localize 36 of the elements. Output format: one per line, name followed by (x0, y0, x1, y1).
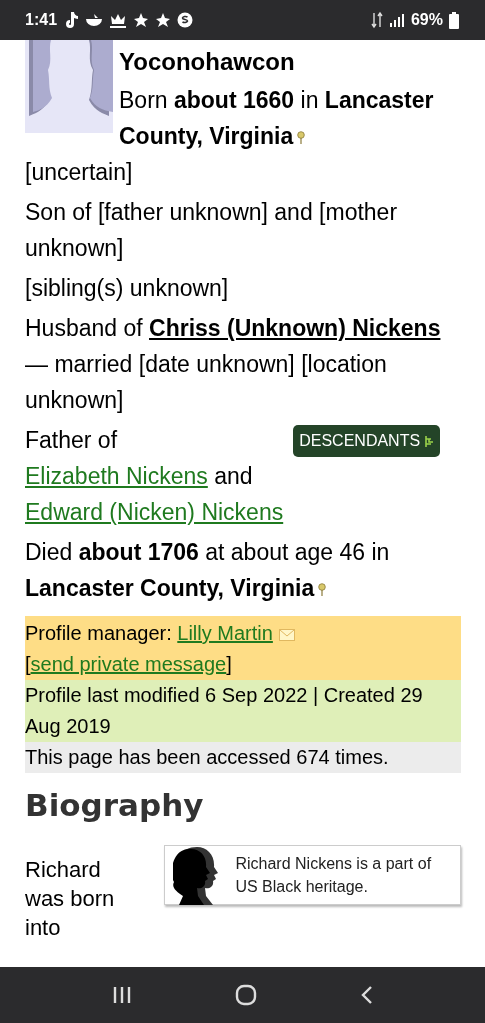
heritage-text: Richard Nickens is a part of US Black heritage. (235, 854, 433, 897)
home-icon[interactable] (235, 984, 258, 1006)
battery-icon (449, 11, 459, 29)
signal-icon (388, 13, 405, 27)
birth-text: Born about 1660 in Lancaster County, Virginia (119, 86, 435, 151)
tree-icon (424, 434, 435, 448)
star-icon (133, 12, 150, 28)
profile-text: Husband of Chriss (Unknown) Nickens — married [date unknown] [location unknown] (25, 314, 442, 415)
accessed-info: This page has been accessed 674 times. (25, 742, 461, 773)
section-heading: Biography (25, 786, 205, 825)
map-pin-icon[interactable] (318, 583, 327, 597)
battery-percent: 69% (410, 11, 443, 29)
profile-text: Father of Elizabeth Nickens and Edward (Nicken) Nickens (25, 426, 284, 527)
person-name: Yoconohawcon (119, 47, 296, 77)
link[interactable]: Elizabeth Nickens (25, 463, 208, 489)
modified-info: Profile last modified 6 Sep 2022 | Created 29 Aug 2019 (25, 680, 461, 742)
crown-icon (109, 12, 128, 28)
map-pin-icon[interactable] (297, 131, 306, 145)
profile-text: [uncertain] (25, 158, 134, 187)
link[interactable]: Edward (Nicken) Nickens (25, 499, 284, 525)
status-time: 1:41 (25, 11, 58, 29)
bowl-icon (85, 13, 104, 27)
profile-text: Died about 1706 at about age 46 in Lancaster County, Virginia (25, 538, 391, 603)
link[interactable]: Lilly Martin (177, 622, 273, 644)
descendants-button[interactable]: DESCENDANTS (293, 425, 441, 457)
silhouette-icon (173, 845, 220, 905)
profile-text: [sibling(s) unknown] (25, 274, 230, 303)
manager-info: Profile manager: Lilly Martin [send private message] (25, 616, 461, 680)
star-icon (155, 12, 172, 28)
music-note-icon (63, 11, 80, 29)
profile-text: Son of [father unknown] and [mother unknown] (25, 198, 399, 263)
biography-text: Richard was born into (25, 856, 116, 942)
coin-icon (177, 12, 194, 28)
data-arrows-icon (370, 11, 383, 29)
link[interactable]: Chriss (Unknown) Nickens (149, 315, 441, 341)
back-icon[interactable] (359, 984, 374, 1006)
